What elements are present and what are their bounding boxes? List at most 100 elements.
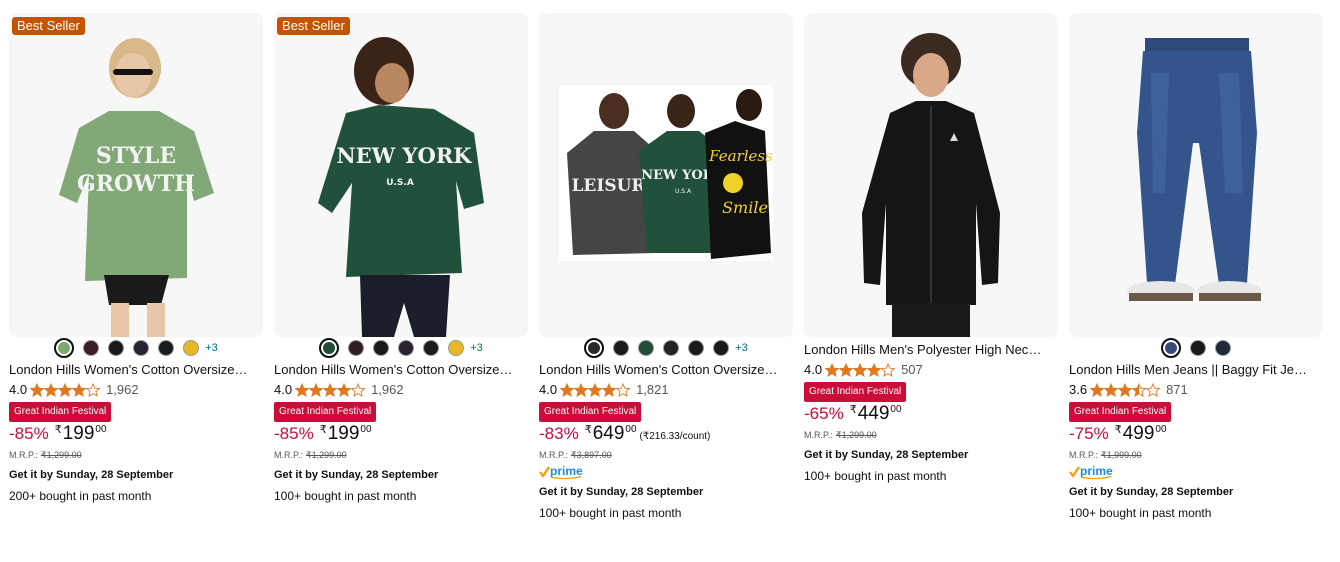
color-swatch[interactable] bbox=[448, 340, 465, 356]
star-rating-icon[interactable] bbox=[30, 382, 101, 397]
product-image-box[interactable]: Best Seller NEW YORK U.S.A bbox=[274, 13, 528, 337]
color-swatch[interactable] bbox=[423, 340, 440, 356]
mrp-price: ₹1,999.00 bbox=[1100, 450, 1142, 460]
color-swatch[interactable] bbox=[1215, 340, 1231, 356]
color-swatch[interactable] bbox=[83, 340, 100, 356]
color-swatch[interactable] bbox=[54, 338, 75, 358]
color-swatches: +3 bbox=[539, 337, 793, 359]
color-swatch[interactable] bbox=[158, 340, 175, 356]
color-swatch[interactable] bbox=[319, 338, 340, 358]
product-card[interactable]: Best Seller STYLE GROWTH +3 London Hills… bbox=[9, 13, 263, 503]
color-swatch[interactable] bbox=[133, 340, 150, 356]
mrp-label: M.R.P.: bbox=[1069, 450, 1098, 460]
color-swatch[interactable] bbox=[713, 340, 730, 356]
svg-text:U.S.A: U.S.A bbox=[386, 178, 414, 188]
discount-percent: -65% bbox=[804, 404, 844, 423]
product-title[interactable]: London Hills Men's Polyester High Neck..… bbox=[804, 340, 1044, 359]
color-swatch[interactable] bbox=[348, 340, 365, 356]
delivery-date: Get it by Sunday, 28 September bbox=[1069, 486, 1234, 498]
rating-value: 4.0 bbox=[9, 382, 28, 397]
mrp-row: M.R.P.: ₹1,999.00 bbox=[1069, 447, 1323, 463]
review-count[interactable]: 1,821 bbox=[636, 382, 669, 397]
color-swatch[interactable] bbox=[373, 340, 390, 356]
more-colors-link[interactable]: +3 bbox=[205, 342, 218, 354]
color-swatch[interactable] bbox=[638, 340, 655, 356]
price-fraction: 00 bbox=[1155, 424, 1167, 435]
star-rating-icon[interactable] bbox=[295, 382, 366, 397]
currency-symbol: ₹ bbox=[54, 424, 62, 436]
discount-percent: -85% bbox=[274, 424, 314, 443]
mrp-price: ₹1,299.00 bbox=[835, 430, 877, 440]
bought-count: 200+ bought in past month bbox=[9, 489, 152, 503]
rating-value: 4.0 bbox=[274, 382, 293, 397]
rating-row[interactable]: 3.6 871 bbox=[1069, 379, 1323, 400]
product-image-box[interactable]: Best Seller STYLE GROWTH bbox=[9, 13, 263, 337]
rating-row[interactable]: 4.0 507 bbox=[804, 359, 1058, 380]
price-row[interactable]: -75% ₹ 499 00 bbox=[1069, 423, 1323, 447]
star-rating-icon[interactable] bbox=[1090, 382, 1161, 397]
svg-text:U.S.A: U.S.A bbox=[675, 188, 692, 195]
color-swatch[interactable] bbox=[613, 340, 630, 356]
review-count[interactable]: 507 bbox=[901, 362, 923, 377]
svg-text:Fearless: Fearless bbox=[708, 147, 773, 165]
rating-row[interactable]: 4.0 1,821 bbox=[539, 379, 793, 400]
product-card[interactable]: London Hills Men's Polyester High Neck..… bbox=[804, 13, 1058, 483]
mrp-row: M.R.P.: ₹1,299.00 bbox=[9, 447, 263, 463]
color-swatches bbox=[1069, 337, 1323, 359]
rating-row[interactable]: 4.0 1,962 bbox=[274, 379, 528, 400]
unit-price: (₹216.33/count) bbox=[639, 431, 711, 442]
more-colors-link[interactable]: +3 bbox=[735, 342, 748, 354]
star-rating-icon[interactable] bbox=[825, 362, 896, 377]
color-swatch[interactable] bbox=[663, 340, 680, 356]
mrp-label: M.R.P.: bbox=[9, 450, 38, 460]
mrp-label: M.R.P.: bbox=[804, 430, 833, 440]
review-count[interactable]: 871 bbox=[1166, 382, 1188, 397]
color-swatch[interactable] bbox=[688, 340, 705, 356]
svg-text:STYLE: STYLE bbox=[96, 143, 176, 169]
price-whole: 199 bbox=[62, 423, 95, 444]
product-card[interactable]: London Hills Men Jeans || Baggy Fit Jean… bbox=[1069, 13, 1323, 520]
price-fraction: 00 bbox=[890, 404, 902, 415]
currency-symbol: ₹ bbox=[584, 424, 592, 436]
product-image-box[interactable] bbox=[1069, 13, 1323, 337]
deal-badge: Great Indian Festival bbox=[539, 402, 642, 422]
color-swatch[interactable] bbox=[108, 340, 125, 356]
rating-row[interactable]: 4.0 1,962 bbox=[9, 379, 263, 400]
review-count[interactable]: 1,962 bbox=[371, 382, 404, 397]
price-row[interactable]: -85% ₹ 199 00 bbox=[9, 423, 263, 447]
product-card[interactable]: LEISURE NEW YORK U.S.A Fearless Smile +3… bbox=[539, 13, 793, 520]
mrp-label: M.R.P.: bbox=[274, 450, 303, 460]
prime-logo: prime bbox=[539, 464, 793, 480]
product-title[interactable]: London Hills Women's Cotton Oversized... bbox=[539, 360, 779, 379]
product-title[interactable]: London Hills Women's Cotton Oversized... bbox=[9, 360, 249, 379]
deal-badge: Great Indian Festival bbox=[274, 402, 377, 422]
price-whole: 449 bbox=[857, 403, 890, 424]
bought-count: 100+ bought in past month bbox=[804, 469, 947, 483]
price-row[interactable]: -65% ₹ 449 00 bbox=[804, 403, 1058, 427]
review-count[interactable]: 1,962 bbox=[106, 382, 139, 397]
price-row[interactable]: -83% ₹ 649 00 (₹216.33/count) bbox=[539, 423, 793, 447]
price-row[interactable]: -85% ₹ 199 00 bbox=[274, 423, 528, 447]
color-swatch[interactable] bbox=[398, 340, 415, 356]
more-colors-link[interactable]: +3 bbox=[470, 342, 483, 354]
star-rating-icon[interactable] bbox=[560, 382, 631, 397]
bought-count: 100+ bought in past month bbox=[1069, 506, 1212, 520]
product-image-box[interactable]: LEISURE NEW YORK U.S.A Fearless Smile bbox=[539, 13, 793, 337]
color-swatch[interactable] bbox=[1161, 338, 1181, 358]
color-swatch[interactable] bbox=[584, 338, 605, 358]
mrp-row: M.R.P.: ₹1,299.00 bbox=[274, 447, 528, 463]
delivery-date: Get it by Sunday, 28 September bbox=[804, 449, 969, 461]
product-card[interactable]: Best Seller NEW YORK U.S.A +3 London Hil… bbox=[274, 13, 528, 503]
currency-symbol: ₹ bbox=[319, 424, 327, 436]
price-fraction: 00 bbox=[360, 424, 372, 435]
color-swatch[interactable] bbox=[183, 340, 200, 356]
discount-percent: -75% bbox=[1069, 424, 1109, 443]
discount-percent: -83% bbox=[539, 424, 579, 443]
color-swatch[interactable] bbox=[1190, 340, 1206, 356]
product-image-box[interactable] bbox=[804, 13, 1058, 337]
discount-percent: -85% bbox=[9, 424, 49, 443]
product-title[interactable]: London Hills Women's Cotton Oversized... bbox=[274, 360, 514, 379]
product-title[interactable]: London Hills Men Jeans || Baggy Fit Jean… bbox=[1069, 360, 1309, 379]
rating-value: 4.0 bbox=[804, 362, 823, 377]
deal-badge: Great Indian Festival bbox=[1069, 402, 1172, 422]
